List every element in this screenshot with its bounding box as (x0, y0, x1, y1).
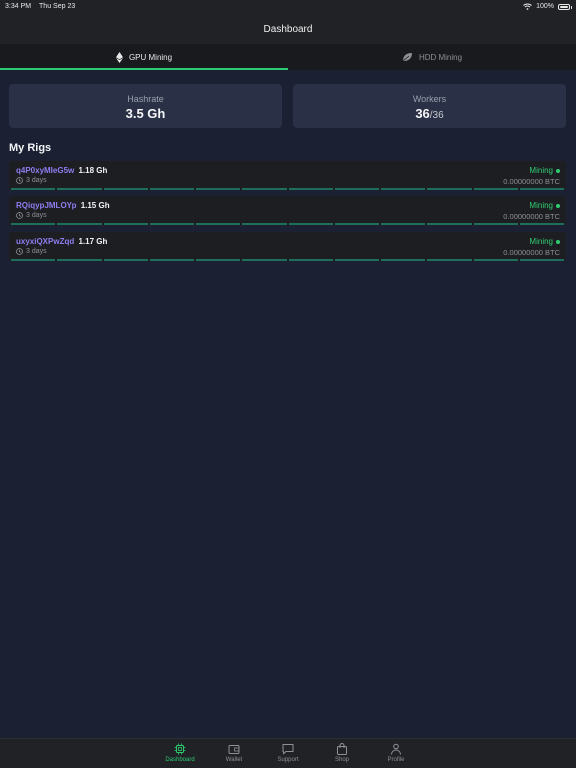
workers-value-line: 36/36 (293, 106, 566, 121)
chip-icon (174, 743, 186, 755)
rig-status: Mining (529, 237, 553, 246)
nav-bar: Dashboard (0, 14, 576, 44)
rig-hashrate: 1.18 Gh (78, 166, 108, 175)
page-title: Dashboard (263, 23, 313, 35)
rig-uptime: 3 days (26, 177, 47, 184)
bottom-tab-bar: Dashboard Wallet Support Shop Profile (0, 738, 576, 768)
rig-row[interactable]: q4P0xyMIeG5w 1.18 Gh 3 days Mining 0.000… (9, 161, 566, 190)
tab-support[interactable]: Support (261, 743, 315, 763)
rig-activity-bars (11, 259, 564, 261)
status-date: Thu Sep 23 (39, 3, 76, 10)
status-dot-icon (556, 239, 560, 244)
rig-earnings: 0.00000000 BTC (503, 248, 560, 257)
clock-icon (16, 248, 23, 255)
section-title-my-rigs: My Rigs (9, 142, 52, 154)
tab-wallet-label: Wallet (225, 757, 243, 763)
clock-icon (16, 177, 23, 184)
battery-icon (558, 3, 572, 10)
workers-total: /36 (429, 110, 444, 121)
battery-percent: 100% (536, 3, 554, 10)
chat-bubble-icon (282, 744, 294, 755)
status-dot-icon (556, 168, 560, 173)
leaf-icon (402, 53, 412, 62)
workers-count: 36 (415, 106, 430, 121)
tab-shop[interactable]: Shop (315, 743, 369, 763)
mining-tabs: GPU Mining HDD Mining (0, 44, 576, 70)
rig-uptime: 3 days (26, 212, 47, 219)
rig-status: Mining (529, 201, 553, 210)
rig-hashrate: 1.15 Gh (80, 201, 110, 210)
rig-name: RQiqypJMLOYp (16, 201, 77, 210)
tab-shop-label: Shop (334, 757, 349, 763)
rig-row[interactable]: uxyxiQXPwZqd 1.17 Gh 3 days Mining 0.000… (9, 232, 566, 261)
workers-card: Workers 36/36 (293, 84, 566, 128)
rig-hashrate: 1.17 Gh (78, 237, 108, 246)
status-bar: 3:34 PM Thu Sep 23 100% (0, 0, 576, 14)
ethereum-icon (115, 51, 123, 63)
shopping-bag-icon (337, 743, 347, 755)
rig-name: uxyxiQXPwZqd (16, 237, 75, 246)
rig-row[interactable]: RQiqypJMLOYp 1.15 Gh 3 days Mining 0.000… (9, 196, 566, 225)
hashrate-label: Hashrate (127, 94, 164, 104)
person-icon (391, 743, 401, 755)
status-time: 3:34 PM (5, 3, 32, 10)
tab-hdd-mining[interactable]: HDD Mining (288, 44, 576, 70)
rig-activity-bars (11, 188, 564, 190)
clock-icon (16, 212, 23, 219)
tab-support-label: Support (277, 757, 299, 763)
hashrate-card: Hashrate 3.5 Gh (9, 84, 282, 128)
wifi-icon (523, 3, 532, 10)
hashrate-value: 3.5 Gh (125, 106, 166, 121)
tab-gpu-mining[interactable]: GPU Mining (0, 44, 288, 70)
tab-gpu-mining-label: GPU Mining (128, 52, 173, 62)
rig-name: q4P0xyMIeG5w (16, 166, 75, 175)
tab-dashboard[interactable]: Dashboard (153, 743, 207, 763)
rig-activity-bars (11, 223, 564, 225)
tab-wallet[interactable]: Wallet (207, 743, 261, 763)
tab-profile-label: Profile (387, 757, 405, 763)
tab-profile[interactable]: Profile (369, 743, 423, 763)
workers-label: Workers (412, 94, 447, 104)
status-dot-icon (556, 203, 560, 208)
tab-hdd-mining-label: HDD Mining (418, 52, 463, 62)
tab-dashboard-label: Dashboard (165, 757, 195, 763)
wallet-icon (228, 745, 240, 754)
rig-earnings: 0.00000000 BTC (503, 212, 560, 221)
rig-earnings: 0.00000000 BTC (503, 177, 560, 186)
rig-status: Mining (529, 166, 553, 175)
rig-uptime: 3 days (26, 248, 47, 255)
